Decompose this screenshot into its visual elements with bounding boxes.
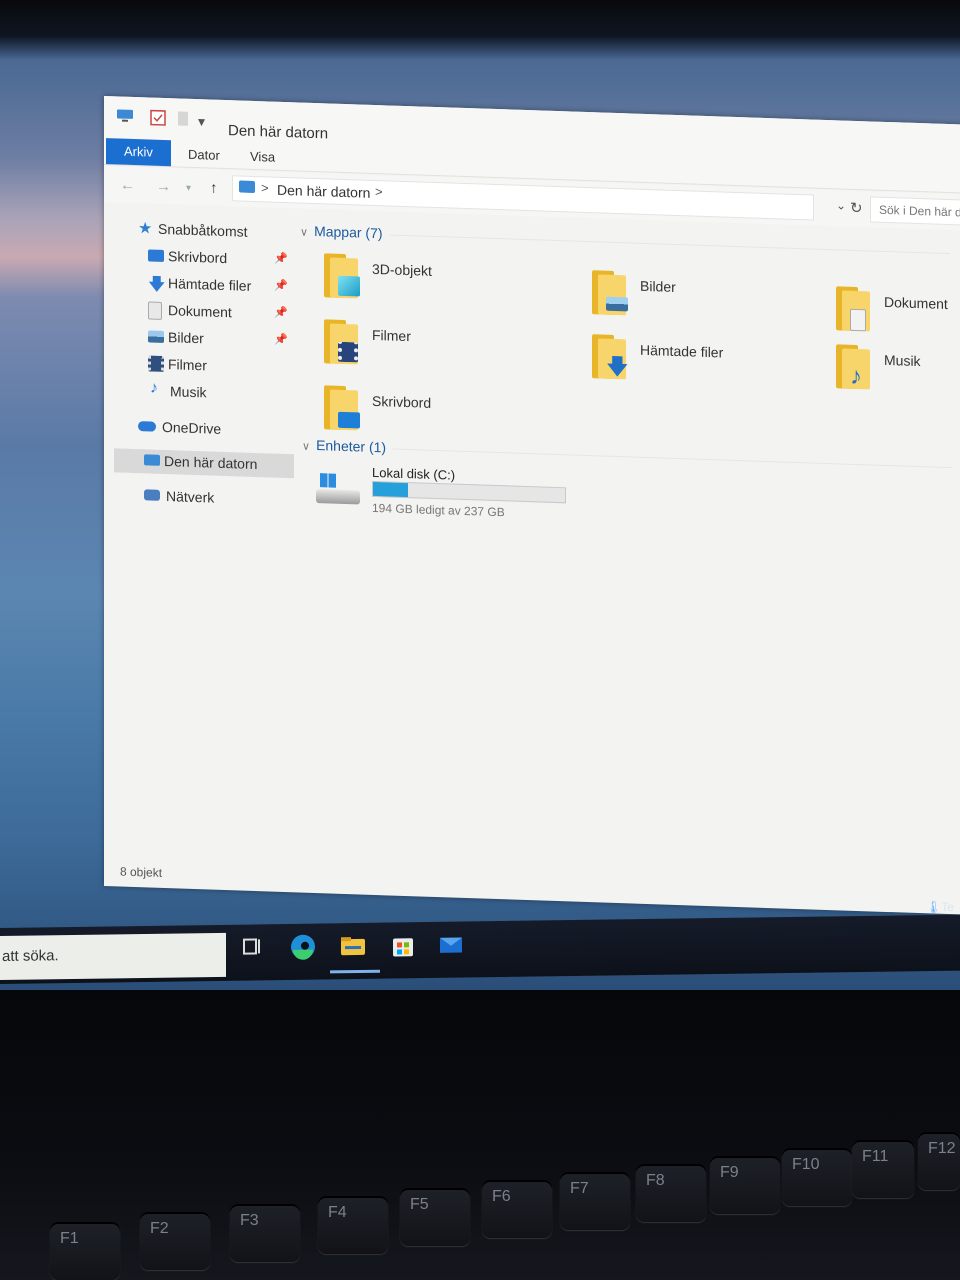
cloud-icon	[138, 421, 156, 432]
navigation-pane: ★ Snabbåtkomst Skrivbord 📌 🡇 Hämtade fil…	[114, 216, 294, 506]
key-f8: F8	[636, 1164, 706, 1222]
drive-usage-fill	[373, 481, 408, 498]
key-f12: F12	[918, 1132, 960, 1190]
folder-icon: 🡇	[590, 334, 629, 380]
up-arrow-icon[interactable]: ↑	[210, 180, 218, 197]
window-title: Den här datorn	[228, 122, 329, 143]
computer-icon	[239, 180, 255, 194]
file-explorer-window: ▾ Den här datorn Arkiv Dator Visa ← → ▾ …	[104, 96, 960, 916]
pin-icon[interactable]: 📌	[274, 306, 288, 319]
sidebar-item-den-har-datorn[interactable]: Den här datorn	[114, 448, 294, 479]
chevron-right-icon[interactable]: >	[261, 180, 269, 195]
sidebar-item-onedrive[interactable]: OneDrive	[114, 414, 294, 444]
drive-usage-bar	[372, 480, 566, 504]
key-f6: F6	[482, 1180, 552, 1238]
tab-visa[interactable]: Visa	[250, 149, 275, 165]
task-view-icon[interactable]	[238, 932, 272, 966]
computer-icon	[144, 454, 160, 466]
folder-item[interactable]: Filmer	[322, 319, 562, 387]
sidebar-item-hamtade-filer[interactable]: 🡇 Hämtade filer 📌	[114, 270, 294, 300]
sidebar-item-skrivbord[interactable]: Skrivbord 📌	[114, 243, 294, 273]
folder-item[interactable]: 🡇 Hämtade filer	[590, 334, 830, 402]
key-f4: F4	[318, 1196, 388, 1254]
cube-icon	[338, 275, 360, 297]
laptop-keyboard: F1 F2 F3 F4 F5 F6 F7 F8 F9 F10 F11 F12	[0, 990, 960, 1280]
divider	[392, 448, 952, 469]
store-icon[interactable]	[388, 930, 422, 964]
sidebar-item-filmer[interactable]: Filmer	[114, 351, 294, 381]
mail-icon[interactable]	[436, 929, 470, 963]
properties-icon[interactable]	[150, 109, 166, 130]
key-f10: F10	[782, 1148, 852, 1206]
folder-icon	[322, 385, 360, 431]
folder-icon	[322, 319, 358, 365]
edge-icon[interactable]	[288, 932, 322, 966]
status-item-count: 8 objekt	[120, 864, 163, 880]
desktop-icon	[148, 249, 164, 262]
folder-item[interactable]: ♪ Musik	[834, 344, 960, 412]
tray-weather[interactable]: 🌡Te	[926, 900, 954, 914]
computer-icon[interactable]	[116, 108, 134, 126]
download-arrow-icon: 🡇	[606, 353, 629, 380]
key-f9: F9	[710, 1156, 780, 1214]
desktop-icon	[338, 411, 360, 429]
star-icon: ★	[138, 220, 153, 238]
key-f2: F2	[140, 1212, 210, 1270]
chevron-right-icon[interactable]: >	[375, 184, 383, 199]
monitor-bezel	[0, 0, 960, 60]
hard-drive-icon	[316, 473, 360, 505]
group-header-folders[interactable]: ∨ Mappar (7)	[300, 223, 950, 261]
taskbar-search-box[interactable]: att söka.	[0, 932, 226, 980]
tab-dator[interactable]: Dator	[188, 147, 220, 163]
chevron-down-icon[interactable]: ∨	[300, 227, 308, 239]
music-icon: ♪	[150, 379, 158, 397]
key-f5: F5	[400, 1188, 470, 1246]
search-placeholder: Sök i Den här dat	[879, 202, 960, 220]
key-f1: F1	[50, 1222, 120, 1280]
film-icon	[338, 341, 358, 363]
chevron-down-icon[interactable]: ∨	[302, 441, 310, 453]
pin-icon[interactable]: 📌	[274, 333, 288, 346]
thermometer-icon: 🌡	[926, 900, 942, 914]
key-f7: F7	[560, 1172, 630, 1230]
sidebar-item-musik[interactable]: ♪ Musik	[114, 378, 294, 408]
key-f3: F3	[230, 1204, 300, 1262]
network-icon	[144, 489, 160, 501]
file-explorer-icon[interactable]	[338, 931, 372, 965]
key-f11: F11	[852, 1140, 914, 1198]
download-icon: 🡇	[148, 274, 166, 295]
back-arrow-icon[interactable]: ←	[120, 177, 135, 194]
refresh-icon[interactable]: ↻	[850, 199, 863, 217]
document-icon	[850, 308, 866, 332]
search-input[interactable]: Sök i Den här dat	[870, 196, 960, 228]
folder-icon: ♪	[834, 344, 870, 391]
forward-arrow-icon[interactable]: →	[156, 178, 171, 195]
new-folder-icon[interactable]	[176, 110, 190, 129]
sidebar-item-dokument[interactable]: Dokument 📌	[114, 297, 294, 327]
folder-item[interactable]: Bilder	[590, 270, 830, 338]
customize-dropdown-icon[interactable]: ▾	[198, 113, 205, 130]
document-icon	[148, 301, 162, 320]
video-icon	[148, 355, 164, 372]
tab-arkiv[interactable]: Arkiv	[106, 138, 171, 167]
pictures-icon	[148, 330, 164, 343]
address-dropdown-icon[interactable]: ⌄	[836, 198, 846, 212]
sidebar-item-natverk[interactable]: Nätverk	[114, 483, 294, 513]
divider	[390, 234, 950, 255]
picture-icon	[606, 296, 628, 312]
drive-item[interactable]: Lokal disk (C:) 194 GB ledigt av 237 GB	[316, 463, 596, 542]
content-area: ∨ Mappar (7) 3D-objekt Bilder Dokument Fi…	[300, 215, 960, 886]
breadcrumb[interactable]: Den här datorn	[277, 182, 370, 201]
recent-locations-chevron-icon[interactable]: ▾	[186, 183, 191, 194]
sidebar-item-bilder[interactable]: Bilder 📌	[114, 324, 294, 354]
pin-icon[interactable]: 📌	[274, 252, 288, 265]
sidebar-item-snabbatkomst[interactable]: ★ Snabbåtkomst	[114, 216, 294, 246]
pin-icon[interactable]: 📌	[274, 279, 288, 292]
music-note-icon: ♪	[850, 362, 862, 391]
folder-item[interactable]: 3D-objekt	[322, 253, 562, 321]
folder-icon	[834, 286, 870, 332]
folder-icon	[322, 253, 360, 299]
folder-icon	[590, 270, 628, 316]
